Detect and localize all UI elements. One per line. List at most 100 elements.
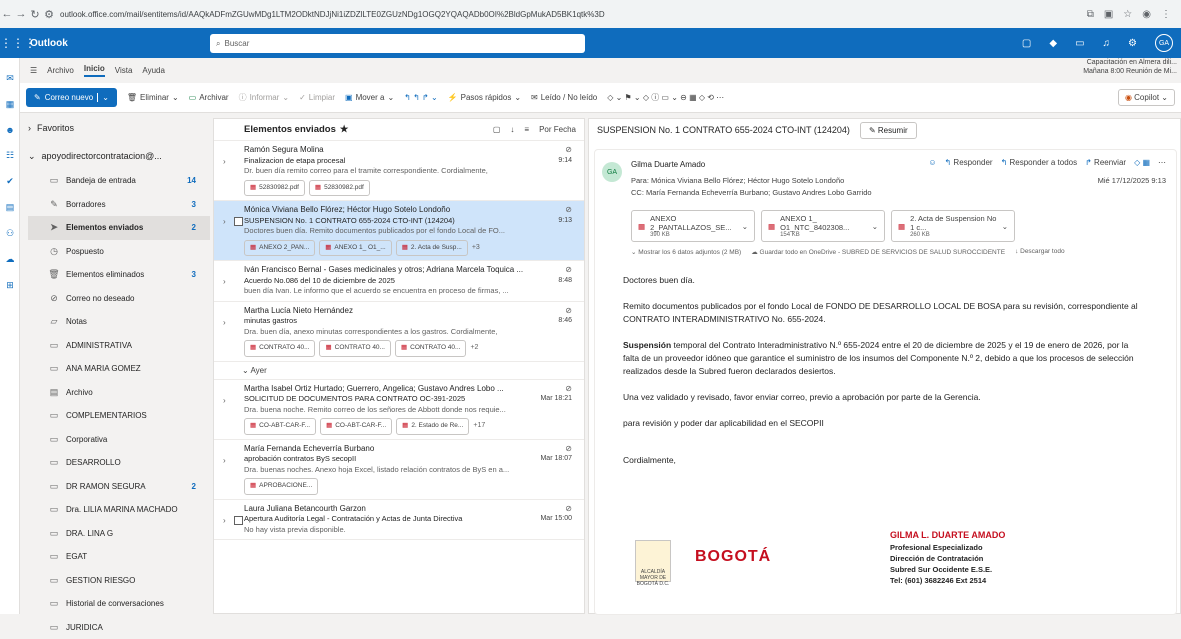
address-bar[interactable]: outlook.office.com/mail/sentitems/id/AAQ… <box>60 10 940 19</box>
attachment-chip[interactable]: ▦APROBACIONE... <box>244 478 318 495</box>
hamburger-icon[interactable]: ☰ <box>30 66 37 75</box>
app-title[interactable]: Outlook <box>30 38 180 49</box>
select-checkbox[interactable] <box>234 516 243 525</box>
sort-arrow-icon[interactable]: ↓ <box>510 125 514 134</box>
tab-archivo[interactable]: Archivo <box>47 66 74 75</box>
profile-icon[interactable]: ◉ <box>1142 9 1151 20</box>
report-button[interactable]: ⓘInformar ⌄ <box>239 92 290 103</box>
more-apps-icon[interactable]: ⊞ <box>0 280 20 291</box>
chevron-down-icon[interactable]: ⌄ <box>1002 222 1008 231</box>
forward-button[interactable]: ↱ Reenviar <box>1085 158 1126 167</box>
list-item[interactable]: ›⊘Laura Juliana Betancourth GarzonApertu… <box>214 500 584 541</box>
show-all-attachments[interactable]: ⌄ Mostrar los 6 datos adjuntos (2 MB) <box>631 248 741 256</box>
sweep-button[interactable]: ✓Limpiar <box>299 93 335 102</box>
folder-item[interactable]: ▤Archivo <box>28 381 210 405</box>
list-item[interactable]: ›⊘Iván Francisco Bernal - Gases medicina… <box>214 261 584 302</box>
folder-item[interactable]: ▱Notas <box>28 310 210 334</box>
folder-item[interactable]: ▭COMPLEMENTARIOS <box>28 404 210 428</box>
folder-item[interactable]: ▭DRA. LINA G <box>28 522 210 546</box>
attachment-chip[interactable]: ▦CONTRATO 40... <box>244 340 315 357</box>
chevron-right-icon[interactable]: › <box>223 396 226 407</box>
app-launcher-icon[interactable]: ⋮⋮⋮ <box>0 36 26 50</box>
folder-item[interactable]: ▭DESARROLLO <box>28 451 210 475</box>
chevron-right-icon[interactable]: › <box>223 217 226 228</box>
chevron-down-icon[interactable]: ⌄ <box>872 222 878 231</box>
folder-item[interactable]: ▭Dra. LILIA MARINA MACHADO <box>28 498 210 522</box>
sort-label[interactable]: Por Fecha <box>539 125 576 134</box>
list-item[interactable]: ›⊘Martha Lucía Nieto Hernándezminutas ga… <box>214 302 584 362</box>
attachment-chip[interactable]: ▦2. Acta de Susp... <box>396 240 468 257</box>
more-attachments[interactable]: +2 <box>470 343 478 354</box>
star-icon[interactable]: ★ <box>340 124 349 135</box>
sender-avatar[interactable]: GA <box>602 162 622 182</box>
feedback-icon[interactable]: ▭ <box>1075 38 1084 49</box>
groups-icon[interactable]: ☷ <box>0 150 20 161</box>
chevron-down-icon[interactable]: ⌄ <box>742 222 748 231</box>
attachment-chip[interactable]: ▦CO-ABT-CAR-F... <box>244 418 316 435</box>
save-onedrive-link[interactable]: ☁ Guardar todo en OneDrive - SUBRED DE S… <box>751 248 1005 256</box>
chevron-right-icon[interactable]: › <box>223 157 226 168</box>
calendar-icon[interactable]: ▦ <box>0 99 20 110</box>
folder-item[interactable]: ▭Corporativa <box>28 428 210 452</box>
account-header[interactable]: ⌄apoyodirectorcontratacion@... <box>28 143 210 169</box>
chevron-down-icon[interactable]: ⌄ <box>97 93 109 102</box>
delete-button[interactable]: 🗑Eliminar ⌄ <box>127 93 179 102</box>
reply-all-button[interactable]: ↰ Responder a todos <box>1001 158 1078 167</box>
folder-item[interactable]: ▭EGAT <box>28 545 210 569</box>
more-ribbon-icon[interactable]: ◇ ⌄ ⚑ ⌄ ◇ ⓘ ▭ ⌄ ⊖ ▦ ◇ ⟲ ⋯ <box>607 92 724 103</box>
folder-item[interactable]: ▭ANA MARIA GOMEZ <box>28 357 210 381</box>
chevron-right-icon[interactable]: › <box>223 277 226 288</box>
folder-item[interactable]: ▭JURIDICA <box>28 616 210 639</box>
teams-icon[interactable]: ▢ <box>1022 38 1031 49</box>
todo-icon[interactable]: ✔ <box>0 176 20 187</box>
bell-icon[interactable]: ♫ <box>1103 38 1111 49</box>
select-icon[interactable]: ▢ <box>493 125 501 134</box>
search-input[interactable]: ⌕ Buscar <box>210 34 585 53</box>
list-item[interactable]: ›⊘Mónica Viviana Bello Flórez; Héctor Hu… <box>214 201 584 261</box>
chevron-right-icon[interactable]: › <box>223 516 226 527</box>
chevron-right-icon[interactable]: › <box>223 456 226 467</box>
avatar[interactable]: GA <box>1155 34 1173 52</box>
move-to-button[interactable]: ▣Mover a ⌄ <box>345 93 394 102</box>
archive-button[interactable]: ▭Archivar <box>189 93 229 102</box>
gear-icon[interactable]: ⚙ <box>1128 38 1137 49</box>
attachment-chip[interactable]: ▦ANEXO 1_ O1_... <box>319 240 391 257</box>
copilot-button[interactable]: ◉ Copilot ⌄ <box>1118 89 1175 106</box>
list-item[interactable]: ›⊘Martha Isabel Ortiz Hurtado; Guerrero,… <box>214 380 584 440</box>
folder-item[interactable]: ▭Historial de conversaciones <box>28 592 210 616</box>
folder-item[interactable]: 🗑Elementos eliminados3 <box>28 263 210 287</box>
attachment-card[interactable]: ▦2. Acta de Suspension No 1 c...260 KB⌄ <box>891 210 1015 242</box>
back-icon[interactable]: ← <box>0 8 14 20</box>
folder-item[interactable]: ◷Pospuesto <box>28 240 210 264</box>
folder-item[interactable]: ▭DR RAMON SEGURA2 <box>28 475 210 499</box>
tab-ayuda[interactable]: Ayuda <box>142 66 165 75</box>
select-checkbox[interactable] <box>234 217 243 226</box>
extensions-icon[interactable]: ▣ <box>1104 9 1113 20</box>
upcoming-meeting[interactable]: Capacitación en Almera dili... Mañana 8:… <box>1037 58 1177 76</box>
attachment-chip[interactable]: ▦2. Estado de Re... <box>396 418 469 435</box>
summarize-button[interactable]: ✎ Resumir <box>860 122 917 139</box>
emoji-icon[interactable]: ☺ <box>928 158 936 167</box>
attachment-chip[interactable]: ▦CONTRATO 40... <box>319 340 390 357</box>
onedrive-icon[interactable]: ☁ <box>0 254 20 265</box>
reply-button[interactable]: ↰ Responder <box>944 158 992 167</box>
folder-item[interactable]: ▭ADMINISTRATIVA <box>28 334 210 358</box>
apps-icon[interactable]: ◇ ▦ <box>1134 158 1150 167</box>
list-item[interactable]: ›⊘Ramón Segura MolinaFinalizacion de eta… <box>214 141 584 201</box>
more-actions-icon[interactable]: ⋯ <box>1158 158 1166 167</box>
more-attachments[interactable]: +17 <box>473 421 485 432</box>
folder-item[interactable]: ➤Elementos enviados2 <box>28 216 210 240</box>
tab-vista[interactable]: Vista <box>115 66 133 75</box>
group-header[interactable]: ⌄ Ayer <box>214 362 584 380</box>
reply-button[interactable]: ↰ ↰ ↱ ⌄ <box>404 93 437 102</box>
attachment-chip[interactable]: ▦CONTRATO 40... <box>395 340 466 357</box>
translate-icon[interactable]: ⧉ <box>1087 9 1094 20</box>
attachment-chip[interactable]: ▦ANEXO 2_PAN... <box>244 240 315 257</box>
chevron-right-icon[interactable]: › <box>223 318 226 329</box>
folder-item[interactable]: ▭Bandeja de entrada14 <box>28 169 210 193</box>
word-icon[interactable]: ▤ <box>0 202 20 213</box>
attachment-card[interactable]: ▦ANEXO 2_PANTALLAZOS_SE...390 KB⌄ <box>631 210 755 242</box>
attachment-chip[interactable]: ▦52830982.pdf <box>244 180 305 197</box>
more-attachments[interactable]: +3 <box>472 243 480 254</box>
download-all-link[interactable]: ↓ Descargar todo <box>1015 248 1065 256</box>
